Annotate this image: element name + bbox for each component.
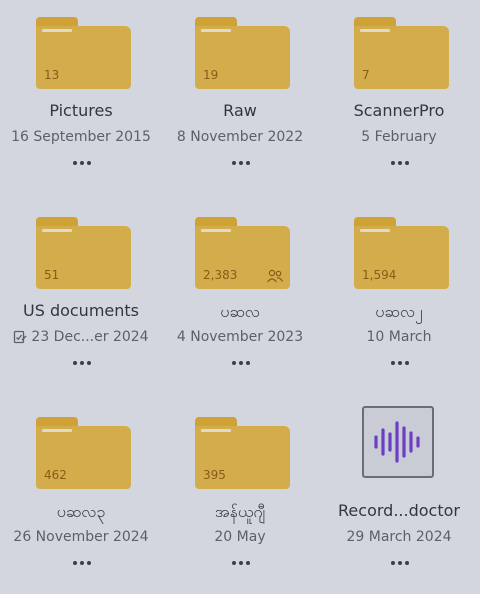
- item-count: 462: [44, 468, 67, 482]
- item-name: Pictures: [49, 101, 113, 120]
- more-options-button[interactable]: [71, 157, 93, 169]
- item-name: ပဆလ: [220, 302, 260, 321]
- item-count: 51: [44, 268, 60, 282]
- file-grid: 13 Pictures 16 September 2015 19 Raw 8 N…: [0, 0, 480, 594]
- item-count: 1,594: [362, 268, 397, 282]
- folder-icon: 19: [195, 17, 290, 89]
- more-options-button[interactable]: [230, 157, 252, 169]
- item-date: 16 September 2015: [11, 129, 151, 145]
- item-date: 26 November 2024: [13, 529, 149, 545]
- audio-file-tile[interactable]: Record...doctor 29 March 2024: [320, 400, 478, 590]
- more-options-button[interactable]: [71, 557, 93, 569]
- item-date: 20 May: [214, 529, 266, 545]
- more-options-button[interactable]: [230, 557, 252, 569]
- shared-users-icon: [267, 269, 284, 283]
- item-name: ပဆလ၃: [56, 502, 106, 521]
- folder-icon: 395: [195, 417, 290, 489]
- folder-tile[interactable]: 51 US documents 23 Dec...er 2024: [2, 200, 160, 390]
- folder-icon: 462: [36, 417, 131, 489]
- folder-icon: 2,383: [195, 217, 290, 289]
- folder-tile[interactable]: 19 Raw 8 November 2022: [161, 0, 319, 190]
- item-name: US documents: [22, 301, 139, 320]
- item-count: 13: [44, 68, 60, 82]
- item-date: 10 March: [366, 329, 432, 345]
- item-name: ScannerPro: [353, 101, 445, 120]
- more-options-button[interactable]: [389, 357, 411, 369]
- item-date: 29 March 2024: [346, 529, 452, 545]
- item-name: ပဆလ၂: [375, 302, 423, 321]
- edit-check-icon: [14, 330, 27, 344]
- folder-tile[interactable]: 395 အန်ယူဂျီ 20 May: [161, 400, 319, 590]
- folder-tile[interactable]: 1,594 ပဆလ၂ 10 March: [320, 200, 478, 390]
- item-date-row: 23 Dec...er 2024: [2, 329, 160, 348]
- more-options-button[interactable]: [71, 357, 93, 369]
- folder-icon: 51: [36, 217, 131, 289]
- item-name: Record...doctor: [338, 501, 460, 520]
- folder-tile[interactable]: 7 ScannerPro 5 February: [320, 0, 478, 190]
- more-options-button[interactable]: [389, 557, 411, 569]
- item-date: 4 November 2023: [176, 329, 304, 345]
- item-name: Raw: [223, 101, 257, 120]
- folder-tile[interactable]: 13 Pictures 16 September 2015: [2, 0, 160, 190]
- folder-tile[interactable]: 462 ပဆလ၃ 26 November 2024: [2, 400, 160, 590]
- item-date: 8 November 2022: [176, 129, 304, 145]
- audio-waveform-icon: [374, 421, 420, 463]
- item-date: 23 Dec...er 2024: [31, 329, 149, 345]
- item-count: 2,383: [203, 268, 238, 282]
- more-options-button[interactable]: [389, 157, 411, 169]
- folder-tile[interactable]: 2,383 ပဆလ 4 November 2023: [161, 200, 319, 390]
- folder-icon: 7: [354, 17, 449, 89]
- item-count: 19: [203, 68, 219, 82]
- folder-icon: 1,594: [354, 217, 449, 289]
- item-date: 5 February: [361, 129, 437, 145]
- audio-thumbnail: [362, 406, 434, 478]
- item-count: 7: [362, 68, 370, 82]
- more-options-button[interactable]: [230, 357, 252, 369]
- folder-icon: 13: [36, 17, 131, 89]
- item-name: အန်ယူဂျီ: [214, 502, 266, 521]
- item-count: 395: [203, 468, 226, 482]
